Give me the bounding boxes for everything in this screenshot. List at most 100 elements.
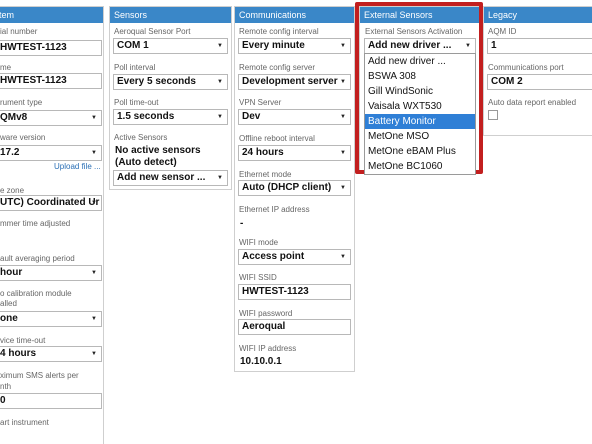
software-version-label: ware version bbox=[0, 133, 46, 142]
restart-instrument-label[interactable]: art instrument bbox=[0, 418, 49, 428]
legacy-port-select[interactable]: COM 2 bbox=[487, 74, 592, 90]
active-sensors-mode: (Auto detect) bbox=[115, 157, 177, 168]
device-timeout-select[interactable]: 4 hours ▼ bbox=[0, 346, 102, 362]
chevron-down-icon: ▼ bbox=[340, 254, 346, 260]
ethernet-mode-value: Auto (DHCP client) bbox=[242, 182, 332, 193]
summer-time-label: mmer time adjusted bbox=[0, 219, 71, 228]
calibration-module-select[interactable]: one ▼ bbox=[0, 311, 102, 327]
sms-alerts-label-2: nth bbox=[0, 382, 12, 391]
averaging-period-value: hour bbox=[0, 267, 23, 278]
chevron-down-icon: ▼ bbox=[91, 150, 97, 156]
active-sensors-label: Active Sensors bbox=[114, 133, 168, 142]
instrument-type-value: QMv8 bbox=[0, 112, 28, 123]
time-zone-select[interactable]: UTC) Coordinated Ur ▼ bbox=[0, 195, 102, 211]
time-zone-value: UTC) Coordinated Ur bbox=[0, 197, 100, 208]
wifi-mode-label: WIFI mode bbox=[239, 238, 279, 247]
chevron-down-icon: ▼ bbox=[91, 200, 97, 206]
calibration-module-value: one bbox=[0, 313, 18, 324]
remote-server-select[interactable]: Development server ▼ bbox=[238, 74, 351, 90]
wifi-ip-value: 10.10.0.1 bbox=[240, 356, 282, 367]
dropdown-option[interactable]: BSWA 308 bbox=[365, 69, 475, 84]
poll-interval-value: Every 5 seconds bbox=[117, 76, 196, 87]
add-sensor-select[interactable]: Add new sensor ... ▼ bbox=[113, 170, 228, 186]
dropdown-option[interactable]: MetOne MSO bbox=[365, 129, 475, 144]
calibration-module-label: o calibration module bbox=[0, 289, 72, 298]
communications-panel-title: Communications bbox=[235, 7, 354, 23]
chevron-down-icon: ▼ bbox=[91, 351, 97, 357]
chevron-down-icon: ▼ bbox=[340, 79, 346, 85]
sensor-port-select[interactable]: COM 1 ▼ bbox=[113, 38, 228, 54]
software-version-value: 17.2 bbox=[0, 147, 20, 158]
wifi-ip-label: WIFI IP address bbox=[239, 344, 297, 353]
reboot-interval-value: 24 hours bbox=[242, 147, 284, 158]
serial-number-field[interactable]: HWTEST-1123 bbox=[0, 40, 102, 56]
legacy-panel-title: Legacy bbox=[484, 7, 592, 23]
vpn-server-value: Dev bbox=[242, 111, 261, 122]
sensor-port-label: Aeroqual Sensor Port bbox=[114, 27, 191, 36]
remote-server-value: Development server bbox=[242, 76, 338, 87]
system-panel-title: tem bbox=[0, 7, 103, 23]
dropdown-option-selected[interactable]: Battery Monitor bbox=[365, 114, 475, 129]
remote-interval-select[interactable]: Every minute ▼ bbox=[238, 38, 351, 54]
chevron-down-icon: ▼ bbox=[217, 43, 223, 49]
ethernet-ip-label: Ethernet IP address bbox=[239, 205, 310, 214]
chevron-down-icon: ▼ bbox=[217, 79, 223, 85]
dropdown-option[interactable]: Gill WindSonic bbox=[365, 84, 475, 99]
device-timeout-value: 4 hours bbox=[0, 348, 37, 359]
chevron-down-icon: ▼ bbox=[340, 185, 346, 191]
ethernet-ip-value: - bbox=[240, 218, 244, 229]
sms-alerts-field[interactable]: 0 bbox=[0, 393, 102, 409]
dropdown-option[interactable]: MetOne BC1060 bbox=[365, 159, 475, 174]
software-version-select[interactable]: 17.2 ▼ bbox=[0, 145, 102, 161]
wifi-ssid-label: WIFI SSID bbox=[239, 273, 277, 282]
poll-timeout-value: 1.5 seconds bbox=[117, 111, 175, 122]
name-label: me bbox=[0, 63, 12, 72]
poll-timeout-select[interactable]: 1.5 seconds ▼ bbox=[113, 109, 228, 125]
add-sensor-value: Add new sensor ... bbox=[117, 172, 206, 183]
instrument-type-select[interactable]: QMv8 ▼ bbox=[0, 110, 102, 126]
ethernet-mode-select[interactable]: Auto (DHCP client) ▼ bbox=[238, 180, 351, 196]
wifi-ssid-field[interactable]: HWTEST-1123 bbox=[238, 284, 351, 300]
reboot-interval-select[interactable]: 24 hours ▼ bbox=[238, 145, 351, 161]
vpn-server-select[interactable]: Dev ▼ bbox=[238, 109, 351, 125]
remote-interval-value: Every minute bbox=[242, 40, 305, 51]
wifi-mode-select[interactable]: Access point ▼ bbox=[238, 249, 351, 265]
auto-report-checkbox[interactable] bbox=[488, 110, 498, 120]
device-timeout-label: vice time-out bbox=[0, 336, 46, 345]
chevron-down-icon: ▼ bbox=[91, 115, 97, 121]
legacy-port-value: COM 2 bbox=[491, 76, 523, 87]
wifi-password-field[interactable]: Aeroqual bbox=[238, 319, 351, 335]
poll-timeout-label: Poll time-out bbox=[114, 98, 159, 107]
chevron-down-icon: ▼ bbox=[217, 114, 223, 120]
calibration-module-label-2: alled bbox=[0, 299, 17, 308]
name-field[interactable]: HWTEST-1123 bbox=[0, 73, 102, 89]
serial-number-label: ial number bbox=[0, 27, 38, 36]
chevron-down-icon: ▼ bbox=[217, 175, 223, 181]
sensors-panel-title: Sensors bbox=[110, 7, 231, 23]
legacy-port-label: Communications port bbox=[488, 63, 564, 72]
ethernet-mode-label: Ethernet mode bbox=[239, 170, 292, 179]
averaging-period-select[interactable]: hour ▼ bbox=[0, 265, 102, 281]
chevron-down-icon: ▼ bbox=[340, 43, 346, 49]
dropdown-option[interactable]: Add new driver ... bbox=[365, 54, 475, 69]
poll-interval-select[interactable]: Every 5 seconds ▼ bbox=[113, 74, 228, 90]
chevron-down-icon: ▼ bbox=[340, 114, 346, 120]
settings-page: tem ial number HWTEST-1123 me HWTEST-112… bbox=[0, 0, 592, 444]
dropdown-option[interactable]: Vaisala WXT530 bbox=[365, 99, 475, 114]
aqm-id-label: AQM ID bbox=[488, 27, 517, 36]
wifi-mode-value: Access point bbox=[242, 251, 305, 262]
upload-file-link[interactable]: Upload file ... bbox=[54, 162, 101, 171]
aqm-id-field[interactable]: 1 bbox=[487, 38, 592, 54]
instrument-type-label: rument type bbox=[0, 98, 43, 107]
dropdown-option[interactable]: MetOne eBAM Plus bbox=[365, 144, 475, 159]
active-sensors-value: No active sensors bbox=[115, 145, 201, 156]
chevron-down-icon: ▼ bbox=[91, 316, 97, 322]
wifi-password-label: WIFI password bbox=[239, 309, 293, 318]
averaging-period-label: ault averaging period bbox=[0, 254, 75, 263]
vpn-server-label: VPN Server bbox=[239, 98, 282, 107]
remote-interval-label: Remote config interval bbox=[239, 27, 319, 36]
remote-server-label: Remote config server bbox=[239, 63, 316, 72]
chevron-down-icon: ▼ bbox=[91, 270, 97, 276]
sms-alerts-label: ximum SMS alerts per bbox=[0, 371, 79, 380]
sensor-port-value: COM 1 bbox=[117, 40, 149, 51]
